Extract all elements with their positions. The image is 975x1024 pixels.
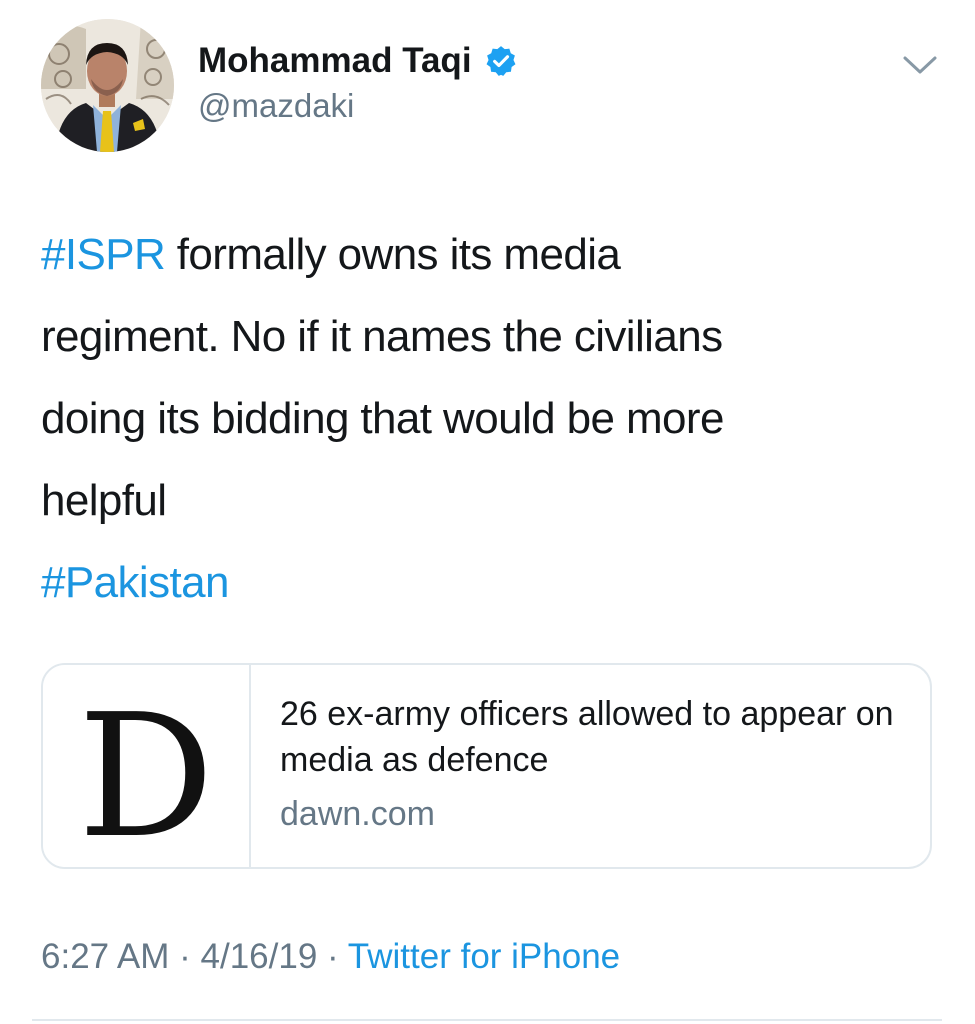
avatar[interactable] [41, 19, 174, 152]
dawn-logo: D [78, 678, 214, 867]
tweet-meta: 6:27 AM · 4/16/19 · Twitter for iPhone [41, 935, 620, 979]
logo-letter: D [78, 678, 214, 867]
chevron-down-icon[interactable] [901, 52, 939, 78]
hashtag-pakistan-link[interactable]: #Pakistan [41, 558, 229, 607]
tweet-line-4: helpful [41, 476, 167, 525]
profile-photo [41, 19, 174, 152]
meta-separator-1: · [169, 937, 201, 976]
tweet-line-2: regiment. No if it names the civilians [41, 312, 723, 361]
card-thumbnail: D [43, 665, 251, 867]
tweet-line-3: doing its bidding that would be more [41, 394, 724, 443]
verified-badge-icon [484, 44, 518, 78]
author-name[interactable]: Mohammad Taqi [198, 40, 518, 82]
hashtag-ispr-link[interactable]: #ISPR [41, 230, 166, 279]
meta-separator-2: · [317, 937, 348, 976]
card-domain: dawn.com [280, 795, 435, 833]
tweet-text: #ISPR formally owns its media regiment. … [41, 214, 951, 624]
divider [32, 1019, 942, 1021]
tweet-line-5: #Pakistan [41, 542, 951, 624]
tweet-line-1: #ISPR formally owns its media [41, 214, 951, 296]
link-card[interactable]: D 26 ex-army officers allowed to appear … [41, 663, 932, 869]
tweet-date: 4/16/19 [200, 937, 318, 976]
tweet-time: 6:27 AM [41, 937, 170, 976]
tweet-source-link[interactable]: Twitter for iPhone [348, 937, 620, 976]
tweet-line-1-text: formally owns its media [165, 230, 621, 279]
display-name-text: Mohammad Taqi [198, 41, 472, 80]
author-handle[interactable]: @mazdaki [198, 86, 354, 126]
card-title: 26 ex-army officers allowed to appear on… [280, 695, 894, 779]
